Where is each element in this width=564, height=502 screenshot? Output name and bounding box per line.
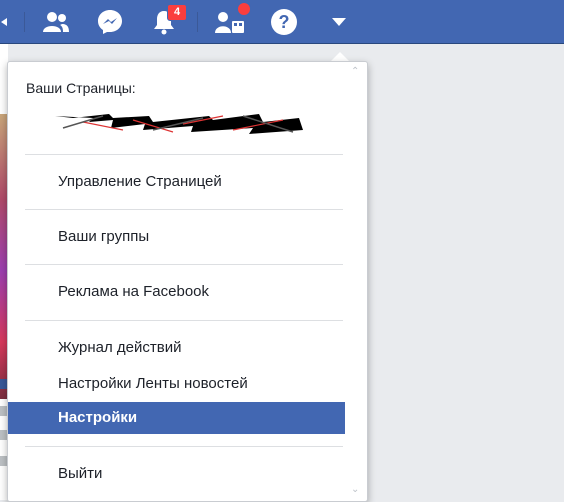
notifications-badge: 4 bbox=[167, 4, 187, 21]
log-out-item[interactable]: Выйти bbox=[8, 458, 345, 490]
divider bbox=[197, 12, 198, 32]
quick-help-alert-dot bbox=[237, 2, 251, 16]
account-dropdown-menu: Ваши Страницы: Управление Страницей Ваши… bbox=[7, 61, 368, 502]
your-pages-heading: Ваши Страницы: bbox=[26, 80, 136, 96]
activity-log-item[interactable]: Журнал действий bbox=[8, 332, 345, 364]
help-icon[interactable]: ? bbox=[266, 0, 302, 43]
home-icon[interactable] bbox=[0, 0, 10, 43]
top-navigation-bar: 4 ? bbox=[0, 0, 564, 44]
divider bbox=[25, 446, 343, 447]
divider bbox=[25, 209, 343, 210]
manage-page-item[interactable]: Управление Страницей bbox=[8, 166, 345, 198]
messenger-icon[interactable] bbox=[92, 0, 128, 43]
settings-item[interactable]: Настройки bbox=[8, 402, 345, 434]
divider bbox=[25, 154, 343, 155]
divider bbox=[25, 264, 343, 265]
divider bbox=[24, 12, 25, 32]
menu-scrollbar[interactable]: ⌃ ⌄ bbox=[345, 62, 367, 501]
scroll-down-icon[interactable]: ⌄ bbox=[351, 484, 359, 495]
your-groups-item[interactable]: Ваши группы bbox=[8, 221, 345, 253]
redacted-page-name[interactable] bbox=[53, 110, 307, 138]
advertising-item[interactable]: Реклама на Facebook bbox=[8, 276, 345, 308]
news-feed-preferences-item[interactable]: Настройки Ленты новостей bbox=[8, 368, 345, 400]
menu-caret bbox=[331, 52, 349, 61]
account-menu-icon[interactable] bbox=[324, 0, 354, 43]
svg-text:?: ? bbox=[279, 12, 290, 32]
scroll-up-icon[interactable]: ⌃ bbox=[351, 66, 359, 77]
divider bbox=[25, 320, 343, 321]
friend-requests-icon[interactable] bbox=[38, 0, 74, 43]
